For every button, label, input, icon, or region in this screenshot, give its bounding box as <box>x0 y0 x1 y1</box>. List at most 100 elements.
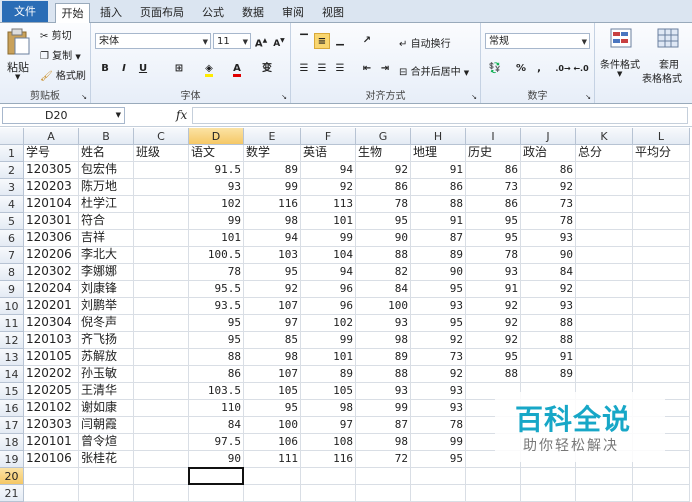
table-cell[interactable] <box>134 247 189 264</box>
table-cell[interactable]: 95 <box>244 264 301 281</box>
table-cell[interactable]: 98 <box>356 332 411 349</box>
table-cell[interactable]: 90 <box>189 451 244 468</box>
table-cell[interactable]: 104 <box>301 247 356 264</box>
table-cell[interactable]: 84 <box>189 417 244 434</box>
row-header[interactable]: 13 <box>0 349 24 366</box>
table-cell[interactable]: 闫朝霞 <box>79 417 134 434</box>
table-cell[interactable] <box>134 451 189 468</box>
underline-button[interactable]: U <box>135 61 151 77</box>
table-cell[interactable] <box>24 468 79 485</box>
table-cell[interactable]: 72 <box>356 451 411 468</box>
table-cell[interactable] <box>576 264 633 281</box>
table-cell[interactable]: 102 <box>301 315 356 332</box>
table-cell[interactable]: 93 <box>521 230 576 247</box>
row-header[interactable]: 1 <box>0 145 24 162</box>
table-cell[interactable] <box>301 468 356 485</box>
table-cell[interactable]: 99 <box>244 179 301 196</box>
table-cell[interactable]: 120302 <box>24 264 79 281</box>
table-cell[interactable]: 89 <box>356 349 411 366</box>
merge-center-button[interactable]: ⊟ 合并后居中 ▼ <box>399 63 469 78</box>
increase-decimal-button[interactable]: .0→ <box>555 61 571 77</box>
table-cell[interactable] <box>134 366 189 383</box>
decrease-decimal-button[interactable]: ←.0 <box>573 61 589 77</box>
table-cell[interactable]: 99 <box>301 230 356 247</box>
row-header[interactable]: 7 <box>0 247 24 264</box>
table-cell[interactable]: 92 <box>466 332 521 349</box>
table-cell[interactable] <box>633 332 690 349</box>
table-cell[interactable]: 120304 <box>24 315 79 332</box>
italic-button[interactable]: I <box>116 61 132 77</box>
table-cell[interactable]: 杜学江 <box>79 196 134 213</box>
table-cell[interactable]: 93.5 <box>189 298 244 315</box>
font-color-button[interactable]: A <box>229 61 245 77</box>
table-cell[interactable]: 90 <box>521 247 576 264</box>
table-cell[interactable]: 120305 <box>24 162 79 179</box>
table-cell[interactable]: 88 <box>189 349 244 366</box>
row-header[interactable]: 19 <box>0 451 24 468</box>
table-cell[interactable] <box>244 468 301 485</box>
table-cell[interactable]: 92 <box>466 298 521 315</box>
table-cell[interactable]: 95.5 <box>189 281 244 298</box>
row-header[interactable]: 16 <box>0 400 24 417</box>
name-box[interactable]: D20 ▼ <box>2 107 125 124</box>
table-cell[interactable] <box>576 230 633 247</box>
column-header-k[interactable]: K <box>576 128 633 145</box>
align-right-button[interactable]: ☰ <box>332 61 348 77</box>
table-cell[interactable]: 78 <box>356 196 411 213</box>
table-cell[interactable]: 120106 <box>24 451 79 468</box>
column-header-i[interactable]: I <box>466 128 521 145</box>
table-cell[interactable]: 120103 <box>24 332 79 349</box>
table-cell[interactable] <box>411 468 466 485</box>
table-cell[interactable]: 100.5 <box>189 247 244 264</box>
table-cell[interactable]: 111 <box>244 451 301 468</box>
table-cell[interactable]: 120203 <box>24 179 79 196</box>
table-cell[interactable] <box>633 298 690 315</box>
alignment-launcher-icon[interactable]: ↘ <box>471 93 477 101</box>
table-cell[interactable] <box>466 468 521 485</box>
conditional-format-button[interactable]: 条件格式 ▼ <box>597 26 645 86</box>
table-cell[interactable]: 93 <box>466 264 521 281</box>
table-cell[interactable]: 刘鹏举 <box>79 298 134 315</box>
table-cell[interactable]: 102 <box>189 196 244 213</box>
table-cell[interactable]: 120205 <box>24 383 79 400</box>
table-cell[interactable] <box>134 400 189 417</box>
table-cell[interactable]: 95 <box>189 332 244 349</box>
tab-file[interactable]: 文件 <box>2 1 48 22</box>
table-cell[interactable]: 101 <box>301 213 356 230</box>
table-cell[interactable] <box>633 366 690 383</box>
table-cell[interactable]: 100 <box>356 298 411 315</box>
table-cell[interactable] <box>633 264 690 281</box>
table-cell[interactable]: 110 <box>189 400 244 417</box>
column-header-f[interactable]: F <box>301 128 356 145</box>
table-cell[interactable] <box>576 298 633 315</box>
table-cell[interactable]: 99 <box>356 400 411 417</box>
table-cell[interactable] <box>134 332 189 349</box>
table-cell[interactable]: 120202 <box>24 366 79 383</box>
table-cell[interactable]: 92 <box>466 315 521 332</box>
table-cell[interactable]: 87 <box>356 417 411 434</box>
table-cell[interactable] <box>521 468 576 485</box>
table-cell[interactable] <box>633 179 690 196</box>
table-cell[interactable]: 100 <box>244 417 301 434</box>
table-cell[interactable]: 105 <box>244 383 301 400</box>
table-cell[interactable]: 120102 <box>24 400 79 417</box>
font-size-combo[interactable]: 11 ▼ <box>213 33 251 49</box>
table-cell[interactable]: 86 <box>466 196 521 213</box>
table-cell[interactable]: 95 <box>411 281 466 298</box>
fill-color-button[interactable]: ◈ <box>201 61 217 77</box>
table-cell[interactable]: 120301 <box>24 213 79 230</box>
table-cell[interactable]: 95 <box>466 213 521 230</box>
column-title-cell[interactable]: 生物 <box>356 145 411 162</box>
table-cell[interactable]: 96 <box>301 281 356 298</box>
comma-button[interactable]: , <box>531 61 547 77</box>
table-cell[interactable]: 85 <box>244 332 301 349</box>
table-cell[interactable]: 包宏伟 <box>79 162 134 179</box>
number-format-combo[interactable]: 常规 ▼ <box>485 33 590 49</box>
font-launcher-icon[interactable]: ↘ <box>281 93 287 101</box>
table-cell[interactable] <box>576 179 633 196</box>
table-cell[interactable]: 91 <box>411 162 466 179</box>
table-cell[interactable]: 88 <box>356 366 411 383</box>
column-header-a[interactable]: A <box>24 128 79 145</box>
table-cell[interactable] <box>633 196 690 213</box>
table-cell[interactable]: 93 <box>411 383 466 400</box>
